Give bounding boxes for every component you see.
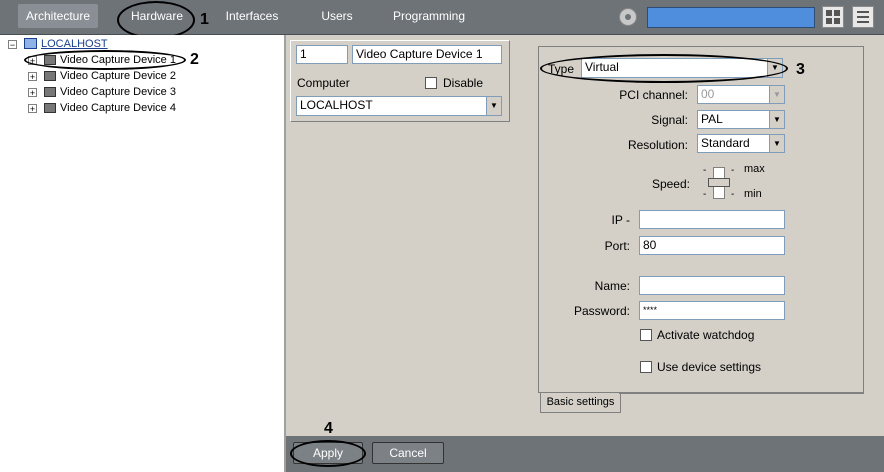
computer-icon [24,38,37,49]
resolution-label: Resolution: [627,138,688,152]
pci-channel-value: 00 [701,87,715,101]
slider-tick-icon: - [703,189,707,200]
password-label: Password: [573,304,630,318]
object-name-field[interactable]: Video Capture Device 1 [352,45,502,64]
signal-select[interactable]: PAL ▼ [697,110,785,129]
computer-label: Computer [297,76,350,90]
ip-field[interactable] [639,210,785,229]
speed-max-label: max [744,163,765,175]
disable-checkbox[interactable] [425,77,437,89]
collapse-icon[interactable]: − [8,40,17,50]
resolution-select[interactable]: Standard ▼ [697,134,785,153]
computer-select-value: LOCALHOST [300,98,373,112]
tab-architecture[interactable]: Architecture [18,4,98,28]
chevron-down-icon[interactable]: ▼ [769,111,784,128]
name-field[interactable] [639,276,785,295]
chevron-down-icon[interactable]: ▼ [486,97,501,115]
tab-interfaces[interactable]: Interfaces [214,4,290,28]
pci-channel-label: PCI channel: [619,88,688,102]
speed-min-label: min [744,188,762,200]
tab-basic-settings[interactable]: Basic settings [540,393,621,413]
callout-number-4: 4 [324,420,333,437]
slider-tick-icon: - [703,165,707,176]
disable-label: Disable [443,76,484,90]
tab-users[interactable]: Users [308,4,366,28]
chevron-down-icon: ▼ [769,86,784,103]
slider-tick-icon: - [731,189,735,200]
ip-label: IP - [611,213,630,227]
port-field[interactable]: 80 [639,236,785,255]
chevron-down-icon[interactable]: ▼ [769,135,784,152]
tab-programming[interactable]: Programming [384,4,474,28]
object-id-field[interactable]: 1 [296,45,348,64]
pci-channel-select: 00 ▼ [697,85,785,104]
cancel-button[interactable]: Cancel [372,442,444,464]
tree-item-device-3[interactable]: Video Capture Device 3 [60,84,176,100]
menu-list-icon[interactable] [852,6,874,28]
callout-hardware [117,1,195,39]
callout-device-1 [24,50,186,70]
callout-apply [290,440,366,467]
capture-device-icon [44,87,56,97]
expand-icon[interactable]: + [28,88,37,98]
computer-select[interactable]: LOCALHOST ▼ [296,96,502,116]
callout-number-3: 3 [796,61,805,78]
settings-gear-icon[interactable] [619,8,637,26]
expand-icon[interactable]: + [28,72,37,82]
password-field[interactable]: **** [639,301,785,320]
expand-icon[interactable]: + [28,104,37,114]
use-device-settings-checkbox[interactable] [640,361,652,373]
signal-value: PAL [701,112,723,126]
callout-number-2: 2 [190,51,199,68]
speed-label: Speed: [651,177,690,191]
tree-item-device-2[interactable]: Video Capture Device 2 [60,68,176,84]
grid-view-icon[interactable] [822,6,844,28]
name-label: Name: [594,279,630,293]
object-tree: − LOCALHOST + Video Capture Device 1 + V… [0,35,286,472]
tree-item-device-4[interactable]: Video Capture Device 4 [60,100,176,116]
port-label: Port: [604,239,630,253]
tab-strip-line [619,393,864,394]
callout-type [540,54,788,83]
capture-device-icon [44,71,56,81]
slider-tick-icon: - [731,165,735,176]
capture-device-icon [44,103,56,113]
resolution-value: Standard [701,136,750,150]
speed-slider-thumb[interactable] [708,178,730,187]
signal-label: Signal: [651,113,688,127]
callout-number-1: 1 [200,11,209,28]
watchdog-label: Activate watchdog [657,328,755,342]
search-input[interactable] [647,7,815,28]
use-device-settings-label: Use device settings [657,360,762,374]
watchdog-checkbox[interactable] [640,329,652,341]
